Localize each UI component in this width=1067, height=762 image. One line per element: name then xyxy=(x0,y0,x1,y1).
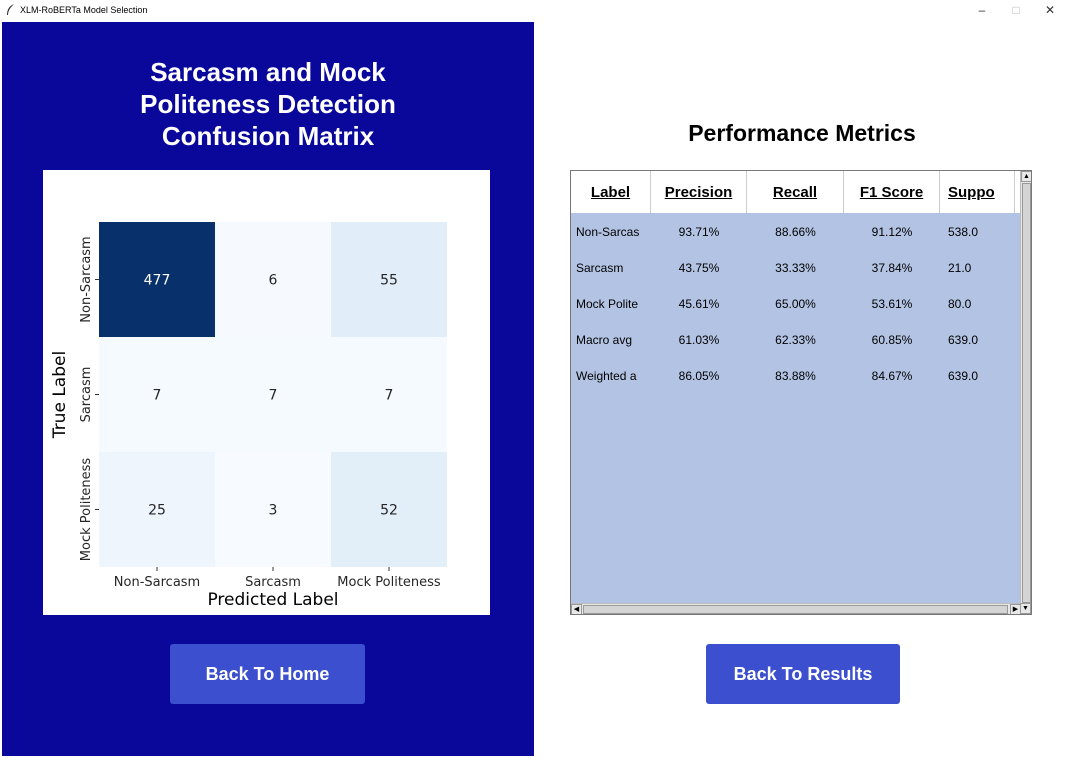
scroll-down-icon[interactable]: ▼ xyxy=(1020,603,1031,614)
column-header-precision[interactable]: Precision xyxy=(651,171,747,213)
horizontal-scroll-thumb[interactable] xyxy=(583,605,1008,614)
cell-value-label: 25 xyxy=(148,503,166,519)
y-axis-label: True Label xyxy=(50,351,70,439)
window-title: XLM-RoBERTa Model Selection xyxy=(20,5,148,15)
table-row[interactable]: Weighted a 86.05% 83.88% 84.67% 639.0 xyxy=(571,358,1021,394)
table-cell: 88.66% xyxy=(775,225,816,239)
x-tick-label: Non-Sarcasm xyxy=(114,575,200,590)
x-axis-label: Predicted Label xyxy=(207,590,338,610)
table-cell: 62.33% xyxy=(775,333,816,347)
table-cell: Weighted a xyxy=(576,369,637,383)
confusion-matrix-title: Sarcasm and Mock Politeness Detection Co… xyxy=(2,56,534,152)
cell-value-label: 55 xyxy=(380,273,398,289)
feather-icon xyxy=(7,4,14,15)
table-cell: 93.71% xyxy=(678,225,720,239)
confusion-matrix-plot: 477 6 55 7 7 7 25 3 52 Non-Sarcasm Sarcasm Mock Pol… xyxy=(43,170,490,615)
table-cell: 65.00% xyxy=(775,297,816,311)
back-to-results-button[interactable]: Back To Results xyxy=(706,644,900,704)
table-cell: 33.33% xyxy=(775,261,816,275)
maximize-button[interactable]: □ xyxy=(999,0,1033,20)
cell-value-label: 3 xyxy=(269,503,278,519)
confusion-matrix-panel: Sarcasm and Mock Politeness Detection Co… xyxy=(2,22,534,756)
table-cell: 21.0 xyxy=(948,261,972,275)
title-line-2: Politeness Detection xyxy=(140,89,396,119)
close-button[interactable]: ✕ xyxy=(1033,0,1067,20)
metrics-table-header: Label Precision Recall F1 Score Suppo xyxy=(571,171,1021,213)
table-cell: 639.0 xyxy=(948,369,979,383)
table-cell: Non-Sarcas xyxy=(576,225,640,239)
scroll-left-icon[interactable]: ◀ xyxy=(571,604,582,614)
table-cell: 45.61% xyxy=(678,297,720,311)
table-cell: 84.67% xyxy=(871,369,913,383)
vertical-scrollbar[interactable]: ▲ xyxy=(1020,171,1031,603)
table-cell: 83.88% xyxy=(775,369,816,383)
title-line-1: Sarcasm and Mock xyxy=(150,57,386,87)
cell-value-label: 477 xyxy=(144,273,171,289)
performance-metrics-title: Performance Metrics xyxy=(688,120,916,146)
table-cell: 60.85% xyxy=(871,333,913,347)
horizontal-scrollbar[interactable]: ◀ ▶ xyxy=(571,603,1021,614)
y-tick-label: Mock Politeness xyxy=(79,458,94,562)
x-tick-label: Mock Politeness xyxy=(337,575,441,590)
column-header-f1-score[interactable]: F1 Score xyxy=(844,171,940,213)
table-cell: Macro avg xyxy=(576,333,633,347)
back-to-home-button[interactable]: Back To Home xyxy=(170,644,365,704)
table-cell: 639.0 xyxy=(948,333,979,347)
table-row[interactable]: Mock Polite 45.61% 65.00% 53.61% 80.0 xyxy=(571,286,1021,322)
table-cell: 86.05% xyxy=(678,369,720,383)
table-cell: 61.03% xyxy=(678,333,720,347)
table-cell: Mock Polite xyxy=(576,297,639,311)
column-header-label[interactable]: Label xyxy=(571,171,651,213)
table-cell: 80.0 xyxy=(948,297,972,311)
cell-value-label: 7 xyxy=(153,388,162,404)
metrics-table: Label Precision Recall F1 Score Suppo No… xyxy=(570,170,1032,615)
title-line-3: Confusion Matrix xyxy=(161,121,375,151)
cell-value-label: 52 xyxy=(380,503,398,519)
title-bar: XLM-RoBERTa Model Selection – □ ✕ xyxy=(0,0,1067,20)
table-cell: 91.12% xyxy=(871,225,913,239)
table-cell: 53.61% xyxy=(871,297,913,311)
minimize-button[interactable]: – xyxy=(965,0,999,20)
table-row[interactable]: Macro avg 61.03% 62.33% 60.85% 639.0 xyxy=(571,322,1021,358)
table-cell: 37.84% xyxy=(871,261,913,275)
table-row[interactable]: Sarcasm 43.75% 33.33% 37.84% 21.0 xyxy=(571,250,1021,286)
y-tick-label: Non-Sarcasm xyxy=(79,236,94,322)
x-tick-label: Sarcasm xyxy=(245,575,301,590)
column-header-recall[interactable]: Recall xyxy=(747,171,844,213)
table-cell: Sarcasm xyxy=(576,261,624,275)
table-cell: 43.75% xyxy=(678,261,720,275)
scroll-up-icon[interactable]: ▲ xyxy=(1021,171,1031,182)
table-cell: 538.0 xyxy=(948,225,979,239)
column-header-support[interactable]: Suppo xyxy=(940,171,1015,213)
table-row[interactable]: Non-Sarcas 93.71% 88.66% 91.12% 538.0 xyxy=(571,214,1021,250)
cell-value-label: 7 xyxy=(269,388,278,404)
confusion-matrix-chart: 477 6 55 7 7 7 25 3 52 Non-Sarcasm Sarcasm Mock Pol… xyxy=(50,222,447,610)
cell-value-label: 6 xyxy=(269,273,278,289)
vertical-scroll-thumb[interactable] xyxy=(1022,183,1031,603)
metrics-table-body: Non-Sarcas 93.71% 88.66% 91.12% 538.0 Sarcasm… xyxy=(571,214,1021,394)
y-tick-label: Sarcasm xyxy=(79,367,94,423)
cell-value-label: 7 xyxy=(385,388,394,404)
